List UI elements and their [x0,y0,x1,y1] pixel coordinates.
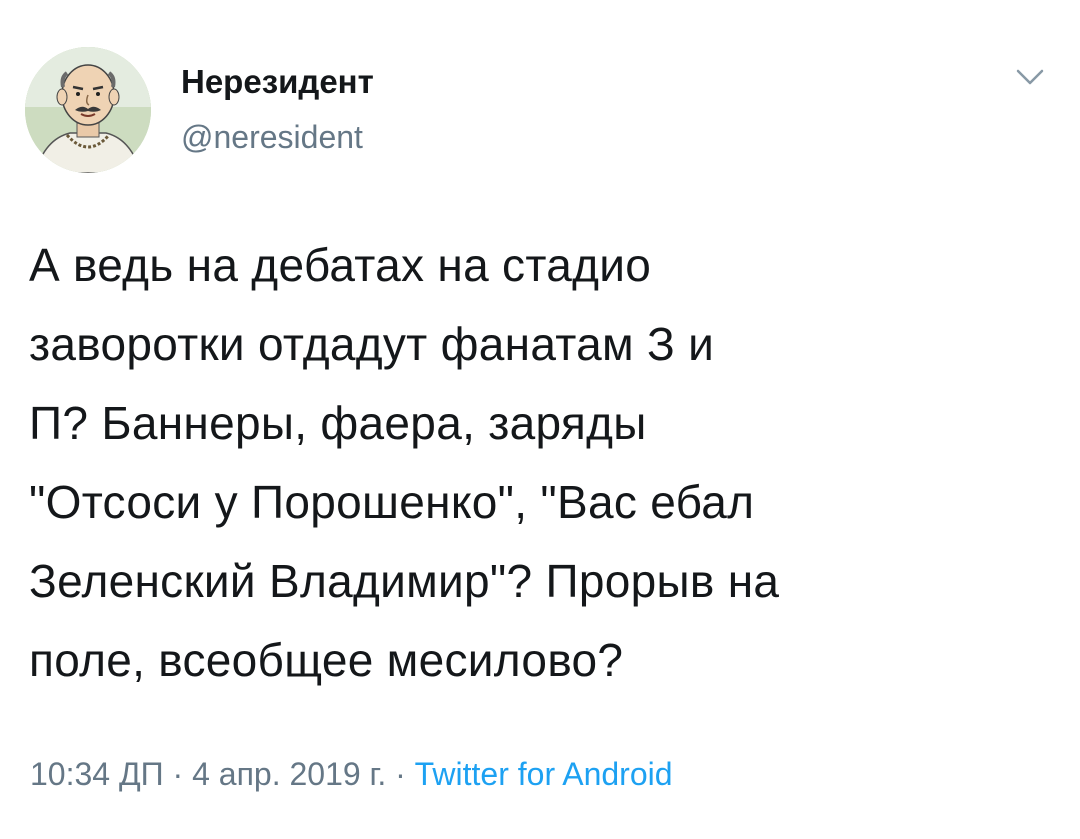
author-handle[interactable]: @neresident [181,117,363,157]
tweet-text: А ведь на дебатах на стадио заворотки от… [29,239,780,686]
tweet-meta: 10:34 ДП · 4 апр. 2019 г. · Twitter for … [30,752,673,796]
author-display-name[interactable]: Нерезидент [181,62,374,102]
tweet-date[interactable]: 4 апр. 2019 г. [192,756,386,792]
tweet-card: Нерезидент @neresident А ведь на дебатах… [0,0,1080,839]
tweet-source-link[interactable]: Twitter for Android [415,756,673,792]
avatar-cartoon-icon [25,47,151,173]
meta-separator: · [395,756,406,792]
chevron-down-icon[interactable] [1012,62,1048,92]
tweet-time[interactable]: 10:34 ДП [30,756,164,792]
avatar[interactable] [25,47,151,173]
meta-separator: · [172,756,184,792]
